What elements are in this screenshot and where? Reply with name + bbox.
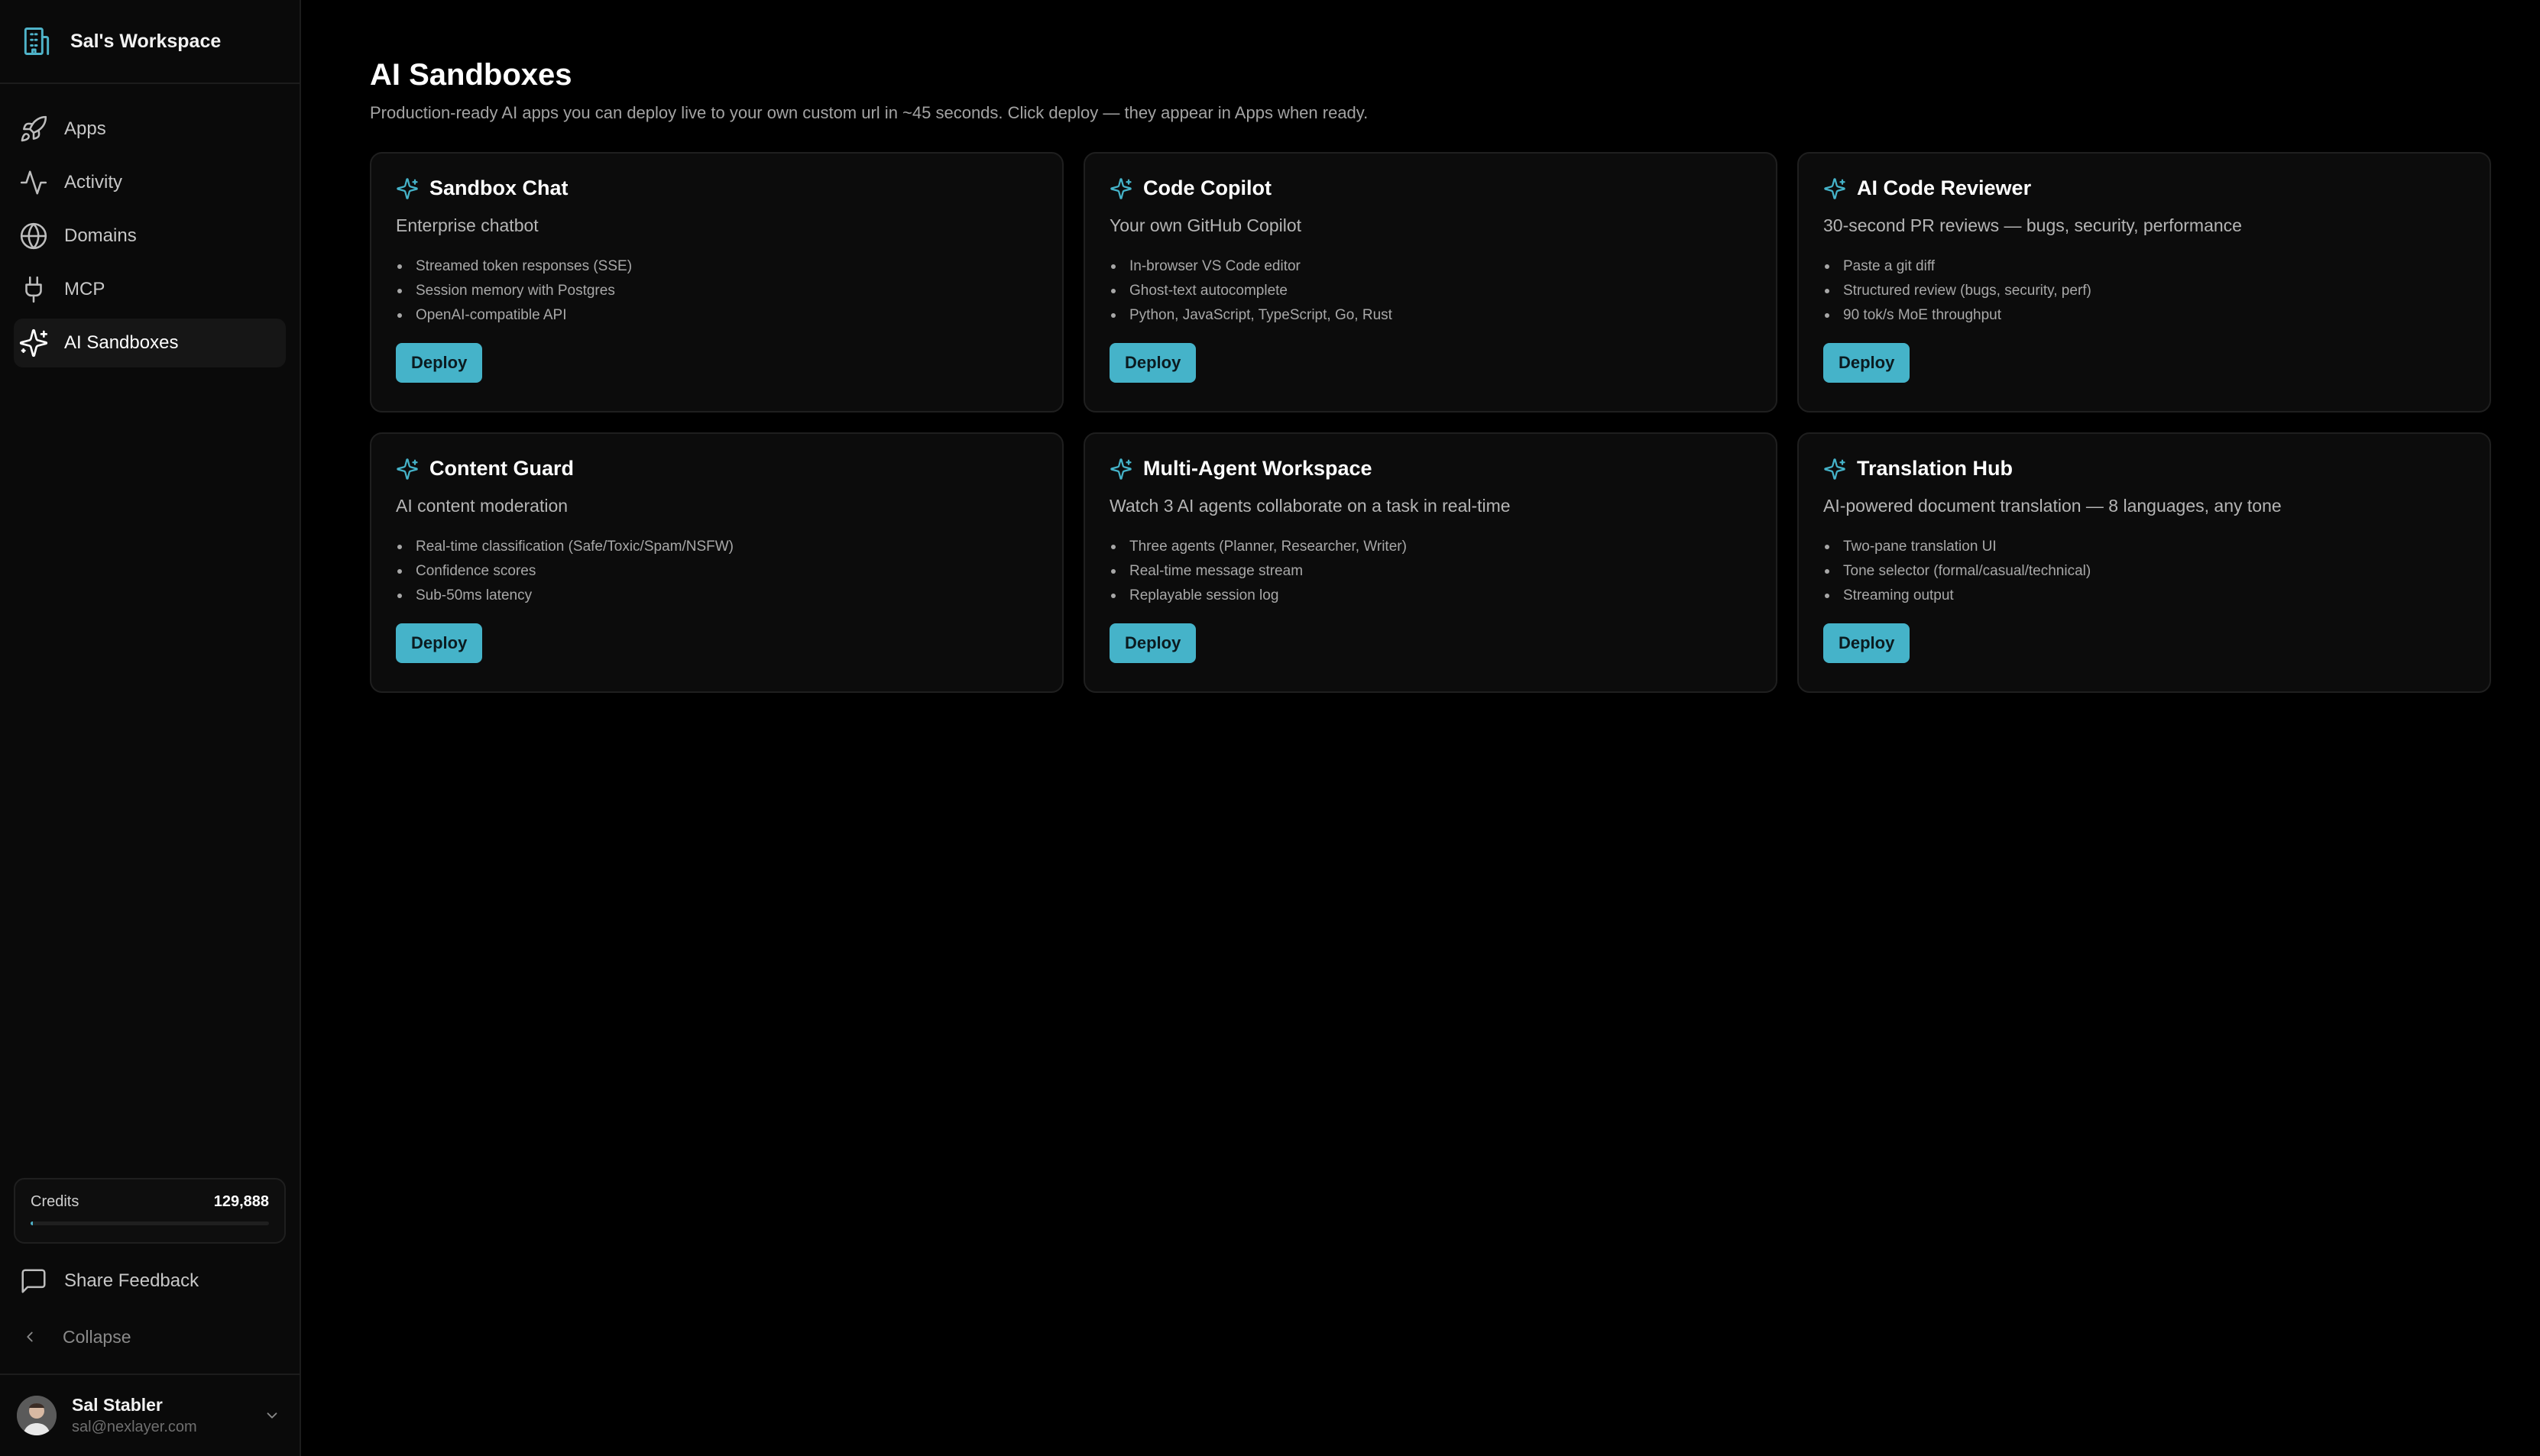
sidebar-item-label: Apps <box>64 118 106 139</box>
page-title: AI Sandboxes <box>370 58 572 92</box>
card-title: Translation Hub <box>1857 457 2014 480</box>
sidebar-nav: Apps Activity Domains MCP AI Sandboxes <box>0 84 300 370</box>
sidebar-item-label: AI Sandboxes <box>64 332 179 353</box>
sandbox-card-ai-code-reviewer: AI Code Reviewer 30-second PR reviews — … <box>1797 152 2491 413</box>
list-item: Paste a git diff <box>1823 254 2465 279</box>
sidebar-bottom: Credits 129,888 Share Feedback Collapse … <box>0 1178 300 1456</box>
sparkles-icon <box>397 177 418 199</box>
share-feedback-label: Share Feedback <box>64 1270 199 1291</box>
user-menu[interactable]: Sal Stabler sal@nexlayer.com <box>0 1373 300 1456</box>
sandbox-card-translation-hub: Translation Hub AI-powered document tran… <box>1797 432 2491 693</box>
deploy-button[interactable]: Deploy <box>1823 343 1910 383</box>
list-item: Streaming output <box>1823 584 2465 608</box>
collapse-label: Collapse <box>63 1326 131 1347</box>
rocket-icon <box>17 112 50 146</box>
card-title: Sandbox Chat <box>429 176 569 199</box>
workspace-name: Sal's Workspace <box>70 30 222 52</box>
workspace-switcher[interactable]: Sal's Workspace <box>0 0 300 84</box>
main-content: AI Sandboxes Production-ready AI apps yo… <box>301 0 2540 1456</box>
feature-list: Streamed token responses (SSE) Session m… <box>396 254 1038 328</box>
list-item: Structured review (bugs, security, perf) <box>1823 279 2465 303</box>
feature-list: Real-time classification (Safe/Toxic/Spa… <box>396 535 1038 608</box>
sparkles-icon <box>1110 177 1132 199</box>
list-item: Session memory with Postgres <box>396 279 1038 303</box>
list-item: Real-time classification (Safe/Toxic/Spa… <box>396 535 1038 559</box>
card-subtitle: Your own GitHub Copilot <box>1110 215 1302 235</box>
message-square-icon <box>17 1264 50 1298</box>
credits-progress-bar <box>31 1221 269 1225</box>
user-name: Sal Stabler <box>72 1395 163 1415</box>
activity-icon <box>17 166 50 199</box>
deploy-button[interactable]: Deploy <box>396 623 483 663</box>
sparkles-icon <box>1824 458 1845 480</box>
sparkles-icon <box>1824 177 1845 199</box>
sidebar-item-label: Domains <box>64 225 137 246</box>
sandbox-card-multi-agent-workspace: Multi-Agent Workspace Watch 3 AI agents … <box>1084 432 1777 693</box>
card-subtitle: AI content moderation <box>396 496 569 516</box>
share-feedback-button[interactable]: Share Feedback <box>14 1256 286 1306</box>
sandbox-card-content-guard: Content Guard AI content moderation Real… <box>370 432 1064 693</box>
feature-list: Paste a git diff Structured review (bugs… <box>1823 254 2465 328</box>
sidebar-item-apps[interactable]: Apps <box>14 105 286 154</box>
sidebar-item-domains[interactable]: Domains <box>14 212 286 260</box>
credits-panel: Credits 129,888 <box>14 1178 286 1244</box>
sidebar-item-label: Activity <box>64 172 123 193</box>
sandbox-card-sandbox-chat: Sandbox Chat Enterprise chatbot Streamed… <box>370 152 1064 413</box>
credits-value: 129,888 <box>213 1193 269 1210</box>
avatar <box>17 1396 57 1435</box>
user-email: sal@nexlayer.com <box>72 1419 197 1435</box>
sparkles-icon <box>397 458 418 480</box>
sandbox-grid: Sandbox Chat Enterprise chatbot Streamed… <box>370 152 2491 693</box>
list-item: Sub-50ms latency <box>396 584 1038 608</box>
building-icon <box>20 24 53 58</box>
list-item: Replayable session log <box>1110 584 1751 608</box>
card-subtitle: 30-second PR reviews — bugs, security, p… <box>1823 215 2242 235</box>
feature-list: Three agents (Planner, Researcher, Write… <box>1110 535 1751 608</box>
deploy-button[interactable]: Deploy <box>1110 623 1197 663</box>
sidebar-item-activity[interactable]: Activity <box>14 158 286 207</box>
card-title: Multi-Agent Workspace <box>1143 457 1372 480</box>
list-item: Two-pane translation UI <box>1823 535 2465 559</box>
sparkles-icon <box>17 326 50 360</box>
app-root: Sal's Workspace Apps Activity Domains MC… <box>0 0 2540 1456</box>
credits-label: Credits <box>31 1193 79 1210</box>
chevron-left-icon <box>18 1325 41 1348</box>
card-subtitle: AI-powered document translation — 8 lang… <box>1823 496 2282 516</box>
card-title: AI Code Reviewer <box>1857 176 2032 199</box>
list-item: Three agents (Planner, Researcher, Write… <box>1110 535 1751 559</box>
list-item: Real-time message stream <box>1110 559 1751 584</box>
sidebar-item-mcp[interactable]: MCP <box>14 265 286 314</box>
card-subtitle: Watch 3 AI agents collaborate on a task … <box>1110 496 1511 516</box>
card-title: Code Copilot <box>1143 176 1272 199</box>
plug-icon <box>17 273 50 306</box>
deploy-button[interactable]: Deploy <box>396 343 483 383</box>
list-item: OpenAI-compatible API <box>396 303 1038 328</box>
deploy-button[interactable]: Deploy <box>1823 623 1910 663</box>
collapse-sidebar-button[interactable]: Collapse <box>14 1312 286 1361</box>
sidebar-item-ai-sandboxes[interactable]: AI Sandboxes <box>14 319 286 367</box>
list-item: 90 tok/s MoE throughput <box>1823 303 2465 328</box>
list-item: In-browser VS Code editor <box>1110 254 1751 279</box>
sandbox-card-code-copilot: Code Copilot Your own GitHub Copilot In-… <box>1084 152 1777 413</box>
page-subtitle: Production-ready AI apps you can deploy … <box>370 103 1369 122</box>
user-info: Sal Stabler sal@nexlayer.com <box>72 1395 261 1436</box>
chevron-down-icon[interactable] <box>261 1405 283 1426</box>
list-item: Python, JavaScript, TypeScript, Go, Rust <box>1110 303 1751 328</box>
list-item: Ghost-text autocomplete <box>1110 279 1751 303</box>
list-item: Streamed token responses (SSE) <box>396 254 1038 279</box>
list-item: Tone selector (formal/casual/technical) <box>1823 559 2465 584</box>
globe-icon <box>17 219 50 253</box>
list-item: Confidence scores <box>396 559 1038 584</box>
card-subtitle: Enterprise chatbot <box>396 215 539 235</box>
sidebar-item-label: MCP <box>64 279 105 299</box>
deploy-button[interactable]: Deploy <box>1110 343 1197 383</box>
card-title: Content Guard <box>429 457 574 480</box>
feature-list: Two-pane translation UI Tone selector (f… <box>1823 535 2465 608</box>
feature-list: In-browser VS Code editor Ghost-text aut… <box>1110 254 1751 328</box>
sidebar: Sal's Workspace Apps Activity Domains MC… <box>0 0 301 1456</box>
credits-progress-fill <box>31 1221 34 1225</box>
sparkles-icon <box>1110 458 1132 480</box>
